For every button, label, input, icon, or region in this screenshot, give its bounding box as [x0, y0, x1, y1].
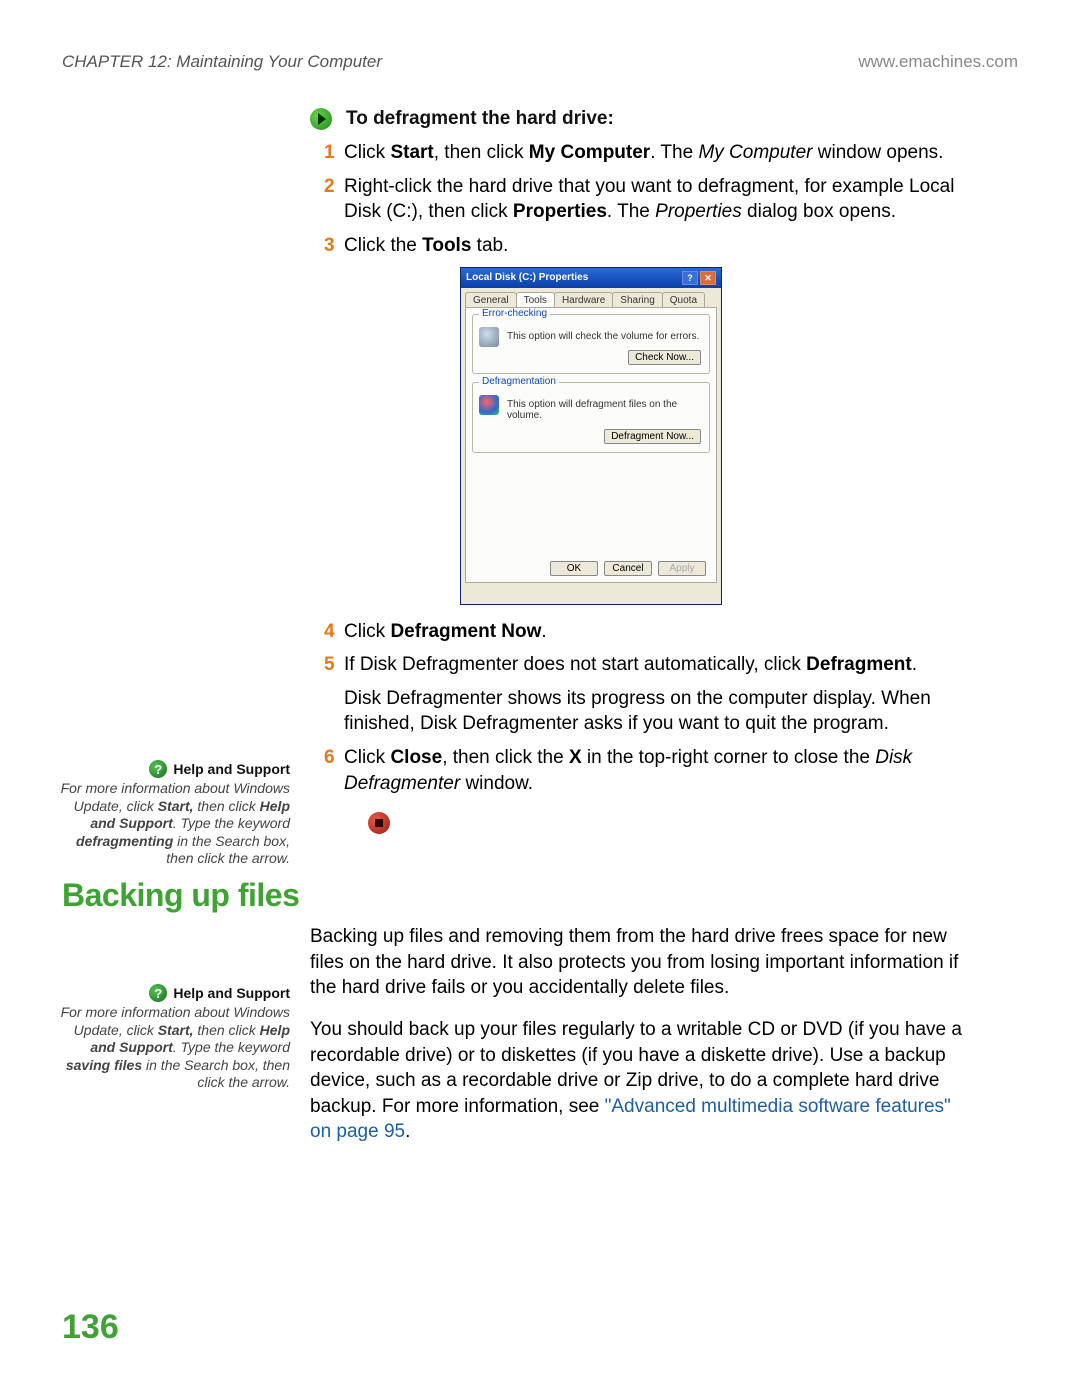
step-6: 6 Click Close, then click the X in the t… [344, 745, 975, 796]
step-2: 2 Right-click the hard drive that you wa… [344, 174, 975, 225]
site-url: www.emachines.com [858, 52, 1018, 72]
step-number: 2 [324, 174, 335, 200]
tab-sharing[interactable]: Sharing [612, 292, 662, 307]
step-4: 4 Click Defragment Now. [344, 619, 975, 645]
help-support-sidebar-2: ? Help and Support For more information … [60, 984, 290, 1092]
disk-check-icon [479, 327, 499, 347]
step-5-note: Disk Defragmenter shows its progress on … [344, 686, 975, 737]
tab-general[interactable]: General [465, 292, 517, 307]
group-text: This option will check the volume for er… [507, 331, 701, 342]
main-content: To defragment the hard drive: 1 Click St… [310, 108, 975, 834]
group-label: Error-checking [479, 308, 550, 319]
properties-dialog: Local Disk (C:) Properties ? ✕ General T… [460, 267, 722, 605]
step-number: 5 [324, 652, 335, 678]
tab-hardware[interactable]: Hardware [554, 292, 613, 307]
body-paragraph: You should back up your files regularly … [310, 1017, 975, 1145]
check-now-button[interactable]: Check Now... [628, 350, 701, 365]
procedure-steps: 1 Click Start, then click My Computer. T… [310, 140, 975, 259]
tab-quota[interactable]: Quota [662, 292, 705, 307]
dialog-title: Local Disk (C:) Properties [466, 272, 588, 283]
ok-button[interactable]: OK [550, 561, 598, 576]
page-header: CHAPTER 12: Maintaining Your Computer ww… [62, 52, 1018, 72]
step-number: 6 [324, 745, 335, 771]
section-heading: Backing up files [62, 877, 299, 914]
group-text: This option will defragment files on the… [507, 399, 701, 421]
defragmentation-group: Defragmentation This option will defragm… [472, 382, 710, 453]
dialog-help-button[interactable]: ? [682, 271, 698, 285]
step-5: 5 If Disk Defragmenter does not start au… [344, 652, 975, 737]
chapter-label: CHAPTER 12: Maintaining Your Computer [62, 52, 382, 72]
procedure-heading-row: To defragment the hard drive: [310, 108, 975, 130]
question-icon: ? [149, 760, 167, 778]
stop-icon [368, 812, 390, 834]
step-1: 1 Click Start, then click My Computer. T… [344, 140, 975, 166]
defrag-icon [479, 395, 499, 415]
question-icon: ? [149, 984, 167, 1002]
cancel-button[interactable]: Cancel [604, 561, 652, 576]
defragment-now-button[interactable]: Defragment Now... [604, 429, 701, 444]
page-number: 136 [62, 1308, 119, 1347]
help-body: For more information about Windows Updat… [60, 1004, 290, 1092]
dialog-tabs: General Tools Hardware Sharing Quota [461, 288, 721, 307]
step-number: 4 [324, 619, 335, 645]
step-3: 3 Click the Tools tab. [344, 233, 975, 259]
procedure-title: To defragment the hard drive: [346, 108, 614, 130]
step-number: 3 [324, 233, 335, 259]
section-body: Backing up files and removing them from … [310, 924, 975, 1161]
procedure-steps-continued: 4 Click Defragment Now. 5 If Disk Defrag… [310, 619, 975, 797]
error-checking-group: Error-checking This option will check th… [472, 314, 710, 374]
group-label: Defragmentation [479, 376, 559, 387]
dialog-bottom-buttons: OK Cancel Apply [550, 561, 706, 576]
dialog-close-button[interactable]: ✕ [700, 271, 716, 285]
dialog-titlebar: Local Disk (C:) Properties ? ✕ [461, 268, 721, 288]
body-paragraph: Backing up files and removing them from … [310, 924, 975, 1001]
help-title: Help and Support [173, 761, 290, 777]
step-number: 1 [324, 140, 335, 166]
play-icon [310, 108, 332, 130]
dialog-panel: Error-checking This option will check th… [465, 307, 717, 583]
help-support-sidebar-1: ? Help and Support For more information … [60, 760, 290, 868]
apply-button[interactable]: Apply [658, 561, 706, 576]
help-title: Help and Support [173, 985, 290, 1001]
tab-tools[interactable]: Tools [516, 292, 555, 307]
help-body: For more information about Windows Updat… [60, 780, 290, 868]
procedure-end-row [368, 812, 975, 834]
